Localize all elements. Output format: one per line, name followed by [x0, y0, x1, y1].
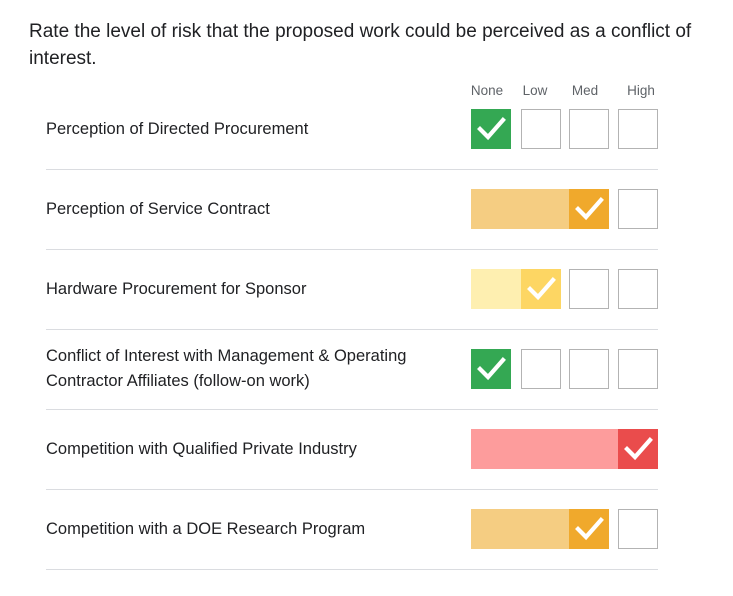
rating-scale [471, 189, 659, 229]
rating-fill-bar [471, 429, 618, 469]
rating-checkbox-high[interactable] [618, 509, 658, 549]
rating-row-label: Competition with Qualified Private Indus… [46, 439, 357, 458]
rating-row: Perception of Directed Procurement [46, 89, 658, 170]
rating-row: Competition with a DOE Research Program [46, 489, 658, 570]
check-icon [624, 437, 653, 461]
rating-row-label: Conflict of Interest with Management & O… [46, 347, 407, 390]
rating-checkbox-high[interactable] [618, 349, 658, 389]
rating-row: Competition with Qualified Private Indus… [46, 409, 658, 490]
check-icon [477, 117, 506, 141]
rating-row: Perception of Service Contract [46, 169, 658, 250]
question-prompt: Rate the level of risk that the proposed… [29, 21, 692, 69]
rating-scale [471, 429, 659, 469]
rating-row-label: Perception of Service Contract [46, 199, 270, 218]
check-icon [575, 197, 604, 221]
rating-checkbox-med[interactable] [569, 349, 609, 389]
rating-checkbox-med[interactable] [569, 509, 609, 549]
rating-checkbox-high[interactable] [618, 269, 658, 309]
rating-checkbox-high[interactable] [618, 429, 658, 469]
rating-checkbox-low[interactable] [521, 349, 561, 389]
rating-scale [471, 509, 659, 549]
rating-scale [471, 269, 659, 309]
rating-checkbox-med[interactable] [569, 109, 609, 149]
rating-scale [471, 349, 659, 389]
rating-row-label: Hardware Procurement for Sponsor [46, 279, 307, 298]
rating-checkbox-high[interactable] [618, 109, 658, 149]
rating-row: Conflict of Interest with Management & O… [46, 329, 658, 410]
rating-fill-bar [471, 509, 569, 549]
check-icon [575, 517, 604, 541]
check-icon [477, 357, 506, 381]
rating-row-label: Competition with a DOE Research Program [46, 519, 366, 538]
rating-checkbox-med[interactable] [569, 269, 609, 309]
rating-checkbox-med[interactable] [569, 189, 609, 229]
check-icon [527, 277, 556, 301]
rating-fill-bar [471, 189, 569, 229]
rating-scale [471, 109, 659, 149]
rating-checkbox-none[interactable] [471, 109, 511, 149]
rating-checkbox-none[interactable] [471, 349, 511, 389]
rating-fill-bar [471, 269, 521, 309]
rating-checkbox-low[interactable] [521, 269, 561, 309]
rating-checkbox-high[interactable] [618, 189, 658, 229]
rating-row: Hardware Procurement for Sponsor [46, 249, 658, 330]
rating-checkbox-low[interactable] [521, 109, 561, 149]
rating-row-label: Perception of Directed Procurement [46, 119, 309, 138]
